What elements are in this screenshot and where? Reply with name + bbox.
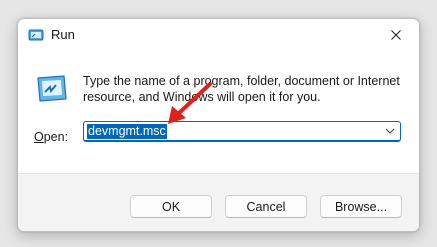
window-title: Run — [51, 27, 75, 42]
title-bar[interactable]: Run — [18, 19, 419, 51]
run-icon — [37, 75, 67, 102]
dialog-content: Type the name of a program, folder, docu… — [18, 51, 419, 173]
open-label: Open: — [34, 130, 69, 144]
cancel-button[interactable]: Cancel — [225, 195, 307, 218]
ok-button[interactable]: OK — [130, 195, 212, 218]
close-button[interactable] — [373, 19, 419, 51]
run-dialog: Run Type the name of a program, folder, … — [17, 18, 420, 232]
run-icon — [28, 29, 44, 41]
browse-button[interactable]: Browse... — [320, 195, 402, 218]
description-text: Type the name of a program, folder, docu… — [83, 74, 400, 104]
button-bar: OK Cancel Browse... — [18, 173, 419, 231]
open-input[interactable]: devmgmt.msc — [87, 124, 167, 139]
close-icon — [391, 30, 401, 40]
open-combobox[interactable]: devmgmt.msc — [83, 121, 401, 142]
chevron-down-icon[interactable] — [384, 125, 396, 137]
